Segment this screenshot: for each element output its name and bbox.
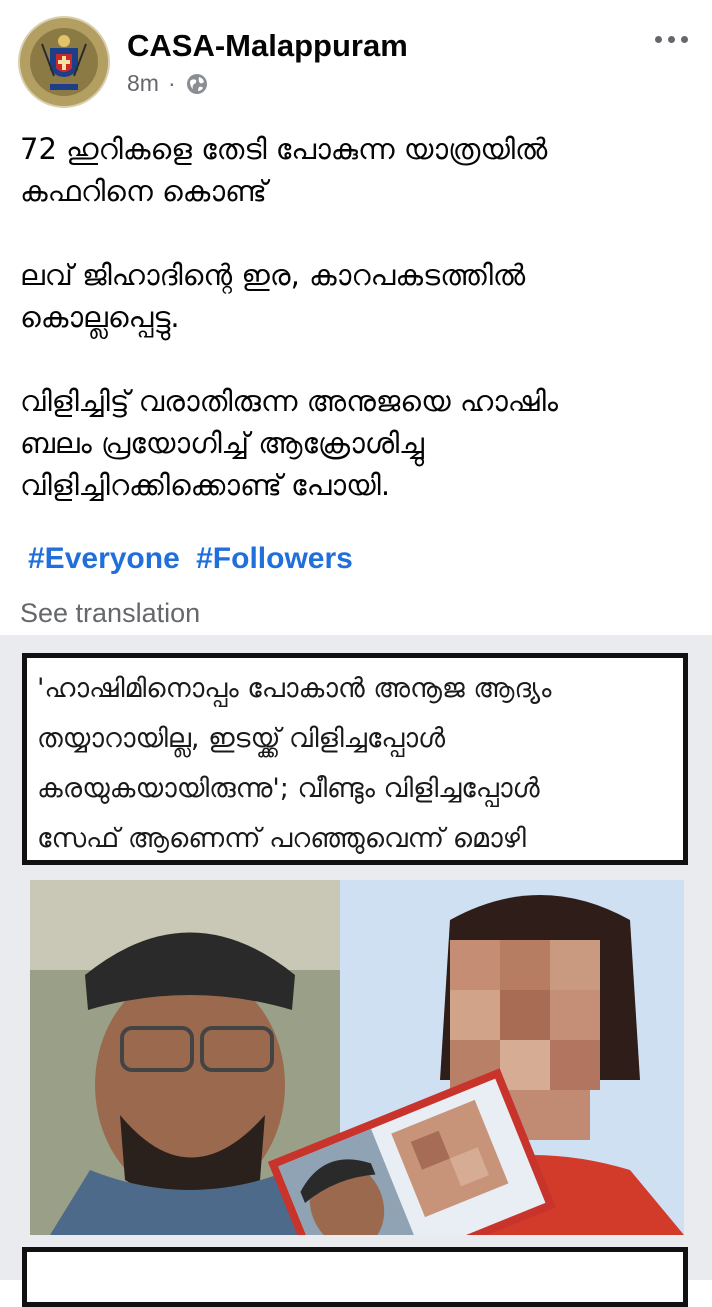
headline-line-2: തയ്യാറായില്ല, ഇടയ്ക്ക് വിളിച്ചപ്പോൾ bbox=[37, 723, 446, 754]
hashtag-everyone[interactable]: #Everyone bbox=[28, 542, 180, 575]
globe-icon bbox=[186, 73, 207, 94]
post-meta: 8m · bbox=[127, 70, 209, 97]
post-time[interactable]: 8m bbox=[127, 70, 159, 97]
more-dots-icon bbox=[655, 36, 662, 43]
headline-line-3: കരയുകയായിരുന്നു'; വീണ്ടും വിളിച്ചപ്പോൾ bbox=[37, 773, 540, 804]
hashtag-followers[interactable]: #Followers bbox=[196, 542, 353, 575]
post-header: CASA-Malappuram 8m · bbox=[0, 0, 712, 110]
news-headline-card: 'ഹാഷിമിനൊപ്പം പോകാൻ അനൂജ ആദ്യം തയ്യാറായി… bbox=[22, 653, 688, 865]
meta-separator: · bbox=[167, 70, 176, 96]
see-translation-link[interactable]: See translation bbox=[20, 598, 200, 629]
headline-line-1: 'ഹാഷിമിനൊപ്പം പോകാൻ അനൂജ ആദ്യം bbox=[37, 673, 552, 704]
news-photo bbox=[30, 880, 684, 1235]
post-paragraph-2: ലവ് ജിഹാദിന്റെ ഇര, കാറപകടത്തിൽ കൊല്ലപ്പെ… bbox=[20, 258, 526, 334]
hashtags: #Everyone #Followers bbox=[28, 542, 361, 576]
photo-collage bbox=[30, 880, 684, 1235]
post-paragraph-3: വിളിച്ചിട്ട് വരാതിരുന്ന അനുജയെ ഹാഷിം ബലം… bbox=[20, 384, 559, 502]
casa-logo-icon bbox=[20, 18, 108, 106]
post-paragraph-1: 72 ഹുറികളെ തേടി പോകുന്ന യാത്രയിൽ കഫറിനെ … bbox=[20, 132, 548, 208]
more-dot bbox=[668, 36, 675, 43]
more-dot bbox=[681, 36, 688, 43]
post-image[interactable]: 'ഹാഷിമിനൊപ്പം പോകാൻ അനൂജ ആദ്യം തയ്യാറായി… bbox=[0, 635, 712, 1307]
post-body: 72 ഹുറികളെ തേടി പോകുന്ന യാത്രയിൽ കഫറിനെ … bbox=[20, 128, 700, 548]
headline-line-4: സേഫ് ആണെന്ന് പറഞ്ഞുവെന്ന് മൊഴി bbox=[37, 823, 526, 854]
more-options-button[interactable] bbox=[649, 30, 694, 49]
news-card-bottom bbox=[22, 1247, 688, 1307]
page-name[interactable]: CASA-Malappuram bbox=[127, 28, 408, 64]
page-avatar[interactable] bbox=[18, 16, 110, 108]
